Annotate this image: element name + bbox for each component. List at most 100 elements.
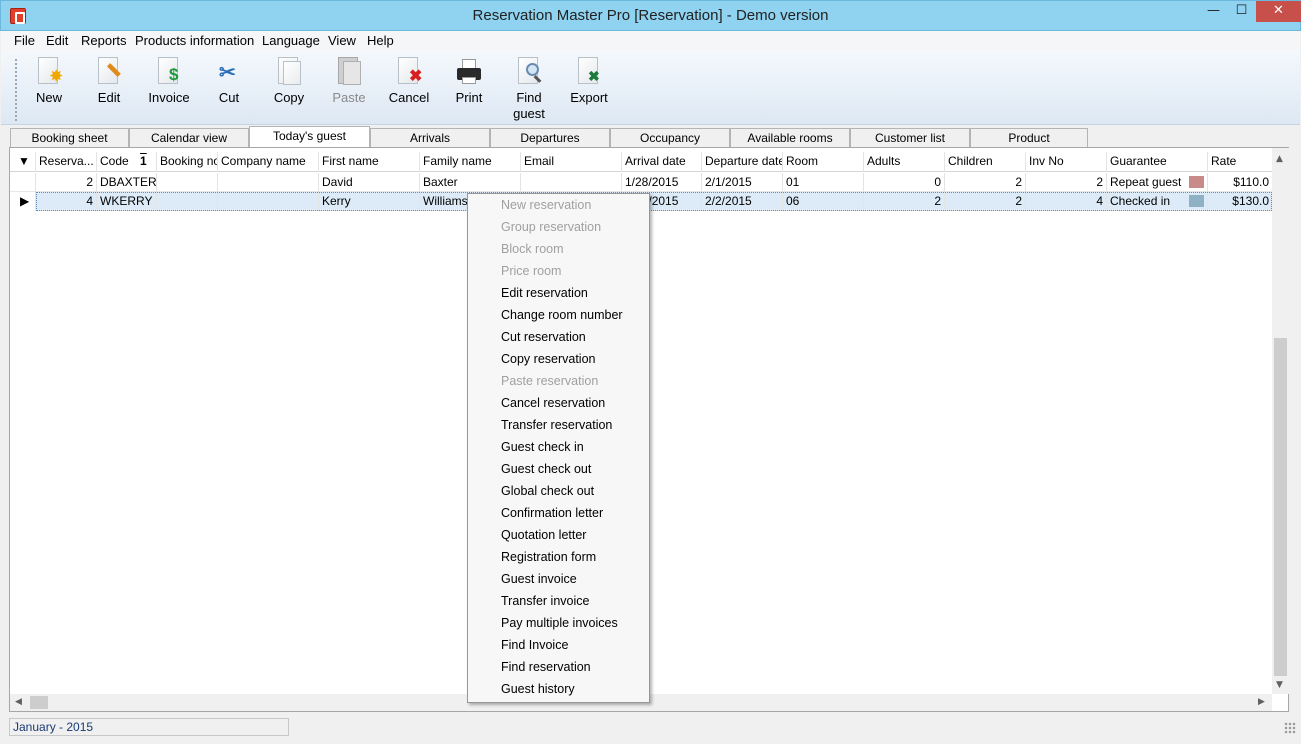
menu-transfer-invoice[interactable]: Transfer invoice xyxy=(501,590,589,612)
menu-guest-invoice[interactable]: Guest invoice xyxy=(501,568,577,590)
col-children[interactable]: Children xyxy=(945,152,1026,172)
invoice-button[interactable]: $ Invoice xyxy=(141,55,197,106)
scroll-down-icon[interactable]: ▼ xyxy=(1276,680,1283,690)
cell-arrival[interactable]: 1/28/2015 xyxy=(622,173,702,192)
tab-arrivals[interactable]: Arrivals xyxy=(370,128,490,147)
menu-price-room[interactable]: Price room xyxy=(501,260,561,282)
cell-booking-no[interactable] xyxy=(157,173,218,192)
menu-cancel-reservation[interactable]: Cancel reservation xyxy=(501,392,605,414)
tab-todays-guest[interactable]: Today's guest xyxy=(249,126,370,147)
tab-departures[interactable]: Departures xyxy=(490,128,610,147)
menu-edit[interactable]: Edit xyxy=(46,33,68,48)
column-chooser-icon[interactable]: ▼ xyxy=(10,152,36,172)
menu-copy-reservation[interactable]: Copy reservation xyxy=(501,348,596,370)
menu-global-check-out[interactable]: Global check out xyxy=(501,480,594,502)
menu-confirmation-letter[interactable]: Confirmation letter xyxy=(501,502,603,524)
col-rate[interactable]: Rate xyxy=(1208,152,1272,172)
tab-calendar-view[interactable]: Calendar view xyxy=(129,128,249,147)
tab-available-rooms[interactable]: Available rooms xyxy=(730,128,850,147)
vertical-scroll-thumb[interactable] xyxy=(1274,338,1287,676)
menu-products-information[interactable]: Products information xyxy=(135,33,254,48)
paste-icon xyxy=(336,57,362,87)
menu-reports[interactable]: Reports xyxy=(81,33,127,48)
col-first-name[interactable]: First name xyxy=(319,152,420,172)
col-inv-no[interactable]: Inv No xyxy=(1026,152,1107,172)
cell-family-name[interactable]: Baxter xyxy=(420,173,521,192)
scroll-up-icon[interactable]: ▲ xyxy=(1276,154,1283,164)
menu-transfer-reservation[interactable]: Transfer reservation xyxy=(501,414,612,436)
cell-first-name[interactable]: David xyxy=(319,173,420,192)
menu-registration-form[interactable]: Registration form xyxy=(501,546,596,568)
tab-booking-sheet[interactable]: Booking sheet xyxy=(10,128,129,147)
menu-edit-reservation[interactable]: Edit reservation xyxy=(501,282,588,304)
print-button[interactable]: Print xyxy=(441,55,497,106)
close-button[interactable]: ✕ xyxy=(1256,1,1301,22)
col-email[interactable]: Email xyxy=(521,152,622,172)
toolbar-grip[interactable] xyxy=(15,59,17,121)
cell-room[interactable]: 01 xyxy=(783,173,864,192)
maximize-button[interactable]: ☐ xyxy=(1228,1,1255,22)
cell-guarantee[interactable]: Repeat guest xyxy=(1107,173,1208,192)
menu-find-reservation[interactable]: Find reservation xyxy=(501,656,591,678)
scroll-right-icon[interactable]: ▶ xyxy=(1258,697,1265,707)
minimize-button[interactable]: — xyxy=(1200,1,1227,22)
menu-find-invoice[interactable]: Find Invoice xyxy=(501,634,568,656)
menu-paste-reservation[interactable]: Paste reservation xyxy=(501,370,598,392)
export-button[interactable]: ✖ Export xyxy=(561,55,617,106)
resize-grip-icon[interactable] xyxy=(1284,722,1296,734)
cell-rate[interactable]: $110.0 xyxy=(1208,173,1272,192)
col-company-name[interactable]: Company name xyxy=(218,152,319,172)
col-family-name[interactable]: Family name xyxy=(420,152,521,172)
cell-email[interactable] xyxy=(521,173,622,192)
tab-product[interactable]: Product xyxy=(970,128,1088,147)
edit-button[interactable]: ▬ Edit xyxy=(81,55,137,106)
menu-language[interactable]: Language xyxy=(262,33,320,48)
col-reservation[interactable]: Reserva... xyxy=(36,152,97,172)
menu-view[interactable]: View xyxy=(328,33,356,48)
cell-departure[interactable]: 2/1/2015 xyxy=(702,173,783,192)
cell-reservation[interactable]: 2 xyxy=(36,173,97,192)
col-code[interactable]: Code 1 xyxy=(97,152,157,172)
paste-button[interactable]: Paste xyxy=(321,55,377,106)
cell-company[interactable] xyxy=(218,173,319,192)
col-booking-no[interactable]: Booking no xyxy=(157,152,218,172)
menu-help[interactable]: Help xyxy=(367,33,394,48)
menu-guest-check-in[interactable]: Guest check in xyxy=(501,436,584,458)
menu-block-room[interactable]: Block room xyxy=(501,238,564,260)
menu-pay-multiple-invoices[interactable]: Pay multiple invoices xyxy=(501,612,618,634)
tab-occupancy[interactable]: Occupancy xyxy=(610,128,730,147)
menu-change-room-number[interactable]: Change room number xyxy=(501,304,623,326)
col-guarantee[interactable]: Guarantee xyxy=(1107,152,1208,172)
cell-children[interactable]: 2 xyxy=(945,173,1026,192)
menu-file[interactable]: File xyxy=(14,33,35,48)
menu-quotation-letter[interactable]: Quotation letter xyxy=(501,524,586,546)
find-guest-button[interactable]: Find guest xyxy=(501,55,557,122)
cancel-button[interactable]: ✖ Cancel xyxy=(381,55,437,106)
menu-new-reservation[interactable]: New reservation xyxy=(501,194,591,216)
menu-guest-check-out[interactable]: Guest check out xyxy=(501,458,591,480)
horizontal-scroll-thumb[interactable] xyxy=(30,696,48,709)
menu-group-reservation[interactable]: Group reservation xyxy=(501,216,601,238)
row-indicator[interactable] xyxy=(10,173,36,192)
cancel-icon: ✖ xyxy=(396,57,422,87)
col-adults[interactable]: Adults xyxy=(864,152,945,172)
grid-header: ▼ Reserva... Code 1 Booking no Company n… xyxy=(10,152,1272,172)
cell-adults[interactable]: 0 xyxy=(864,173,945,192)
copy-button[interactable]: Copy xyxy=(261,55,317,106)
cell-inv-no[interactable]: 2 xyxy=(1026,173,1107,192)
table-row[interactable]: 2 DBAXTER David Baxter 1/28/2015 2/1/201… xyxy=(10,173,1272,192)
vertical-scrollbar[interactable]: ▲ ▼ xyxy=(1272,148,1289,694)
row-pointer-icon[interactable]: ▶ xyxy=(10,192,36,211)
scroll-left-icon[interactable]: ◀ xyxy=(15,697,22,707)
cut-button[interactable]: ✂ Cut xyxy=(201,55,257,106)
menu-cut-reservation[interactable]: Cut reservation xyxy=(501,326,586,348)
menu-guest-history[interactable]: Guest history xyxy=(501,678,575,700)
col-room[interactable]: Room xyxy=(783,152,864,172)
cell-code[interactable]: DBAXTER xyxy=(97,173,157,192)
status-bar: January - 2015 xyxy=(1,716,1300,738)
col-departure-date[interactable]: Departure date xyxy=(702,152,783,172)
new-button[interactable]: ✸ New xyxy=(21,55,77,106)
col-arrival-date[interactable]: Arrival date xyxy=(622,152,702,172)
tab-customer-list[interactable]: Customer list xyxy=(850,128,970,147)
export-label: Export xyxy=(570,90,608,105)
